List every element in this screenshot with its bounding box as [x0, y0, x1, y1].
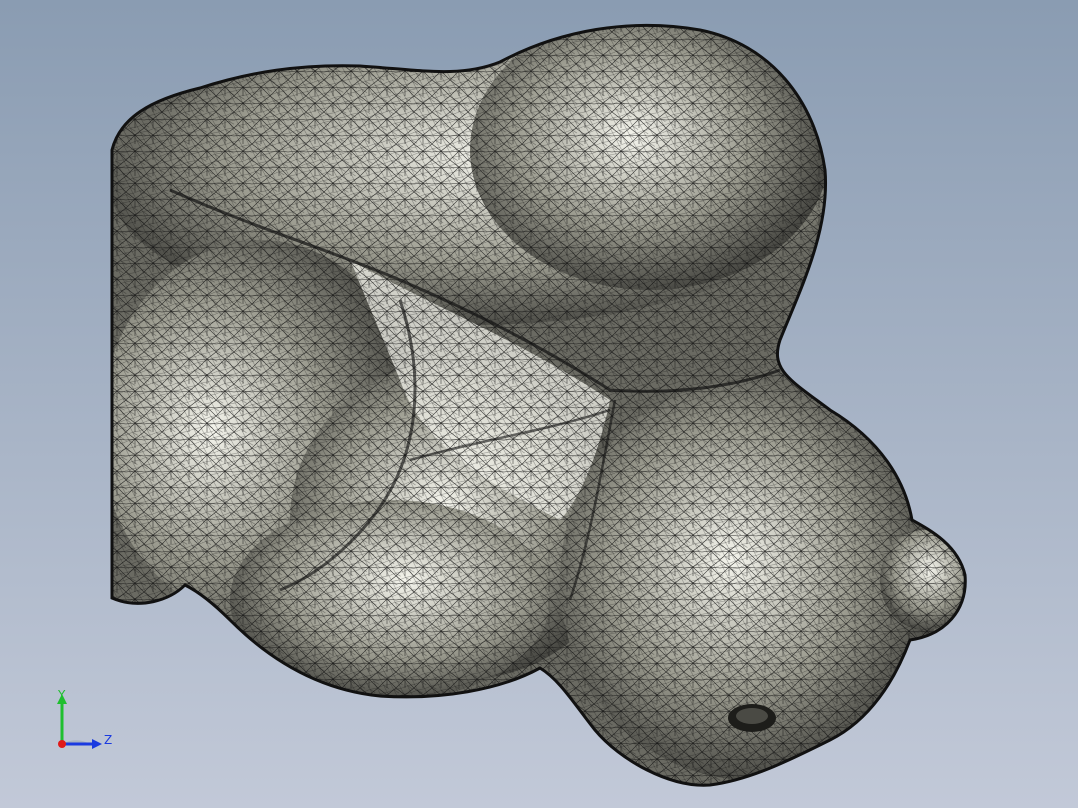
z-axis-label: Z	[104, 733, 112, 747]
graphics-viewport[interactable]: Y Z	[0, 0, 1078, 808]
mesh-scene[interactable]	[0, 0, 1078, 808]
y-axis-label: Y	[57, 688, 66, 702]
axis-triad: Y Z	[57, 688, 112, 749]
x-axis-dot	[58, 740, 66, 748]
